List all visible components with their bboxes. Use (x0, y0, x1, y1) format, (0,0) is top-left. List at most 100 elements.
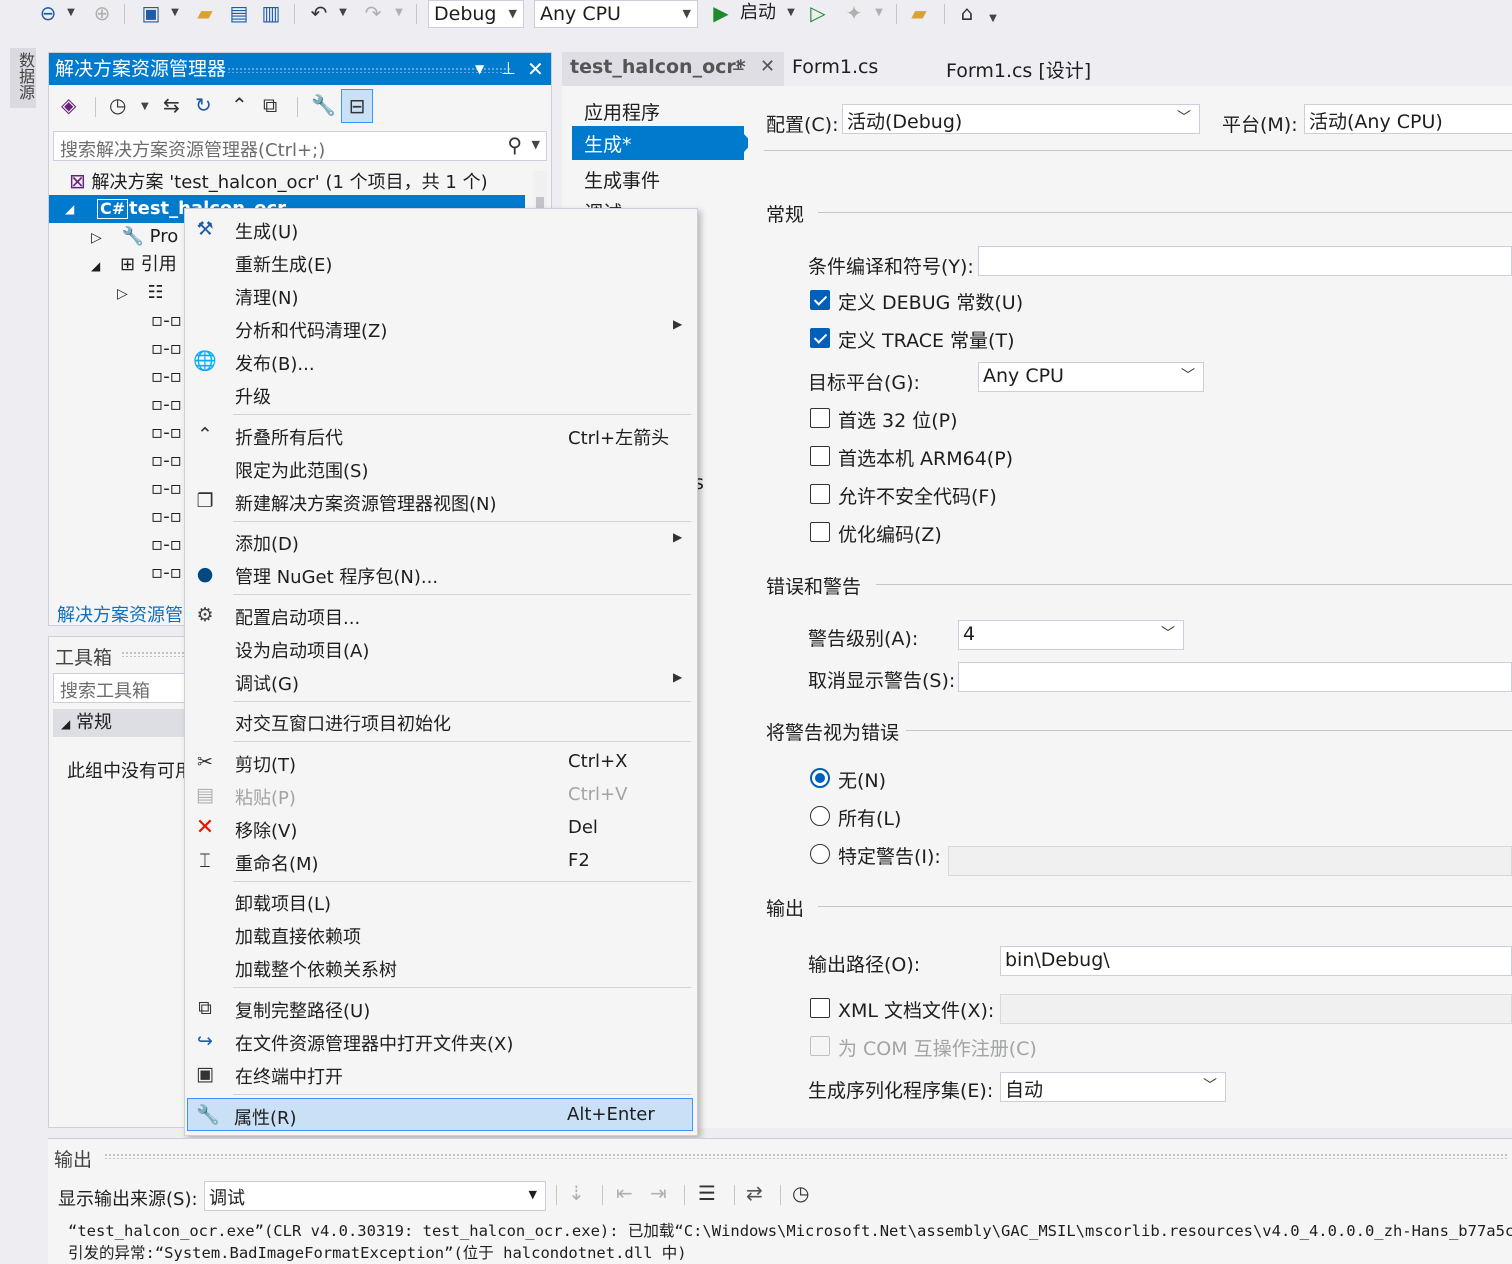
undo-dropdown-icon[interactable]: ▼ (336, 0, 350, 26)
menu-item-upgrade[interactable]: 升级 (185, 378, 697, 411)
clock-icon[interactable]: ◷ (792, 1181, 809, 1205)
solution-search-input[interactable]: 搜索解决方案资源管理器(Ctrl+;) ⚲ ▼ (53, 131, 547, 161)
output-path-input[interactable]: bin\Debug\ (1000, 946, 1512, 976)
menu-item-debug[interactable]: 调试(G) ▶ (185, 665, 697, 698)
find-in-files-icon[interactable]: ▰ (906, 0, 932, 26)
open-folder-icon[interactable]: ▰ (192, 0, 218, 26)
menu-item-nuget[interactable]: ● 管理 NuGet 程序包(N)... (185, 558, 697, 591)
tree-properties-row[interactable]: ▷ 🔧 Pro (91, 223, 178, 251)
menu-item-load-tree[interactable]: 加载整个依赖关系树 (185, 951, 697, 984)
menu-item-rebuild[interactable]: 重新生成(E) (185, 246, 697, 279)
reference-item[interactable]: ▫-▫ (151, 391, 182, 419)
platform-dropdown[interactable]: 活动(Any CPU) (1304, 104, 1512, 134)
show-all-files-icon[interactable]: ⧉ (263, 93, 277, 117)
output-source-dropdown[interactable]: 调试 ▼ (204, 1181, 546, 1211)
reference-item[interactable]: ▫-▫ (151, 447, 182, 475)
reference-item[interactable]: ▫-▫ (151, 531, 182, 559)
close-icon[interactable]: ✕ (527, 53, 544, 85)
back-dropdown-icon[interactable]: ▼ (64, 0, 78, 26)
switch-views-icon[interactable]: ◈ (61, 93, 76, 117)
tab-form1-designer[interactable]: Form1.cs [设计] (946, 56, 1091, 83)
treat-all-radio[interactable] (810, 806, 830, 826)
menu-item-scope[interactable]: 限定为此范围(S) (185, 452, 697, 485)
menu-item-interactive-init[interactable]: 对交互窗口进行项目初始化 (185, 705, 697, 738)
pending-changes-icon[interactable]: ◷ (109, 93, 126, 117)
save-icon[interactable]: ▤ (226, 0, 252, 26)
search-icon[interactable]: ⚲ (507, 133, 522, 157)
clear-all-icon[interactable]: ☰ (698, 1181, 716, 1205)
search-options-icon[interactable]: ▼ (532, 138, 540, 151)
sync-icon[interactable]: ⇆ (163, 93, 180, 117)
title-grip[interactable] (227, 67, 511, 73)
toolbox-search-input[interactable]: 搜索工具箱 (53, 673, 187, 703)
suppress-warnings-input[interactable] (958, 662, 1512, 692)
window-layout-icon[interactable]: ⌂ (954, 0, 980, 26)
menu-item-unload[interactable]: 卸载项目(L) (185, 885, 697, 918)
start-play-icon[interactable]: ▶ (710, 0, 732, 26)
reference-item[interactable]: ▫-▫ (151, 475, 182, 503)
word-wrap-icon[interactable]: ⇄ (746, 1181, 763, 1205)
nav-build[interactable]: 生成* (572, 126, 752, 160)
allow-unsafe-checkbox[interactable] (810, 484, 830, 504)
menu-item-new-view[interactable]: ❐ 新建解决方案资源管理器视图(N) (185, 485, 697, 518)
reference-item[interactable]: ▫-▫ (151, 363, 182, 391)
optimize-checkbox[interactable] (810, 522, 830, 542)
config-dropdown[interactable]: 活动(Debug) ﹀ (842, 104, 1200, 134)
collapsed-arrow-icon[interactable]: ▷ (91, 230, 102, 246)
menu-item-build[interactable]: ⚒ 生成(U) (185, 213, 697, 246)
nav-application[interactable]: 应用程序 (584, 98, 660, 125)
solution-config-dropdown[interactable]: Debug ▼ (428, 0, 524, 28)
preview-selected-icon[interactable]: ⊟ (341, 89, 373, 123)
menu-item-rename[interactable]: ⌶ 重命名(M) F2 (185, 845, 697, 878)
toolbar-overflow-icon[interactable]: ▼ (986, 6, 1000, 32)
menu-item-add[interactable]: 添加(D) ▶ (185, 525, 697, 558)
target-platform-dropdown[interactable]: Any CPU ﹀ (978, 362, 1204, 392)
collapsed-arrow-icon[interactable]: ▷ (117, 286, 128, 302)
menu-item-configure-startup[interactable]: ⚙ 配置启动项目... (185, 599, 697, 632)
menu-item-remove[interactable]: ✕ 移除(V) Del (185, 812, 697, 845)
menu-item-terminal[interactable]: ▣ 在终端中打开 (185, 1058, 697, 1091)
tree-solution-row[interactable]: ⊠ 解决方案 'test_halcon_ocr' (1 个项目，共 1 个) (69, 167, 488, 195)
menu-item-properties[interactable]: 🔧 属性(R) Alt+Enter (187, 1098, 693, 1131)
start-without-debug-icon[interactable]: ▷ (806, 0, 830, 26)
toolbox-group-header[interactable]: ◢ 常规 (53, 709, 187, 737)
collapse-all-icon[interactable]: ⌃ (231, 93, 248, 117)
new-project-icon[interactable]: ▣ (138, 0, 164, 26)
menu-item-set-startup[interactable]: 设为启动项目(A) (185, 632, 697, 665)
menu-item-copy-path[interactable]: ⧉ 复制完整路径(U) (185, 992, 697, 1025)
refresh-icon[interactable]: ↻ (195, 93, 212, 117)
tree-references-row[interactable]: ◢ ⊞ 引用 (91, 251, 177, 279)
new-dropdown-icon[interactable]: ▼ (168, 0, 182, 26)
save-all-icon[interactable]: ▥ (258, 0, 284, 26)
undo-icon[interactable]: ↶ (306, 0, 332, 26)
pin-icon[interactable]: ⊥ (501, 53, 516, 85)
close-icon[interactable]: ✕ (760, 56, 775, 77)
reference-item[interactable]: ▫-▫ (151, 503, 182, 531)
warning-level-dropdown[interactable]: 4 ﹀ (958, 620, 1184, 650)
conditional-symbols-input[interactable] (978, 246, 1512, 276)
reference-item[interactable]: ▫-▫ (151, 419, 182, 447)
title-grip[interactable] (104, 1153, 1508, 1159)
pending-dropdown-icon[interactable]: ▼ (141, 101, 149, 112)
menu-item-open-folder[interactable]: ↪ 在文件资源管理器中打开文件夹(X) (185, 1025, 697, 1058)
menu-item-cut[interactable]: ✂ 剪切(T) Ctrl+X (185, 746, 697, 779)
reference-item[interactable]: ▫-▫ (151, 559, 182, 587)
treat-none-radio[interactable] (810, 768, 830, 788)
tab-form1-cs[interactable]: Form1.cs (792, 56, 878, 78)
expand-arrow-icon[interactable]: ◢ (65, 195, 74, 223)
title-grip[interactable] (121, 651, 187, 657)
menu-item-clean[interactable]: 清理(N) (185, 279, 697, 312)
menu-item-load-direct[interactable]: 加载直接依赖项 (185, 918, 697, 951)
start-dropdown-icon[interactable]: ▼ (784, 0, 798, 26)
data-sources-tab[interactable]: 数据源 (10, 48, 36, 108)
nav-build-events[interactable]: 生成事件 (584, 166, 660, 193)
solution-explorer-tab[interactable]: 解决方案资源管 (57, 601, 183, 627)
reference-item[interactable]: ▫-▫ (151, 307, 182, 335)
window-menu-icon[interactable]: ▼ (475, 53, 484, 85)
xml-doc-checkbox[interactable] (810, 998, 830, 1018)
expand-arrow-icon[interactable]: ◢ (91, 259, 100, 273)
tree-analyzers-row[interactable]: ▷ ☷ (117, 279, 164, 307)
back-icon[interactable]: ⊖ (36, 0, 60, 26)
prefer-arm64-checkbox[interactable] (810, 446, 830, 466)
tab-project-properties[interactable]: test_halcon_ocr* ⊥ ✕ (562, 52, 784, 86)
